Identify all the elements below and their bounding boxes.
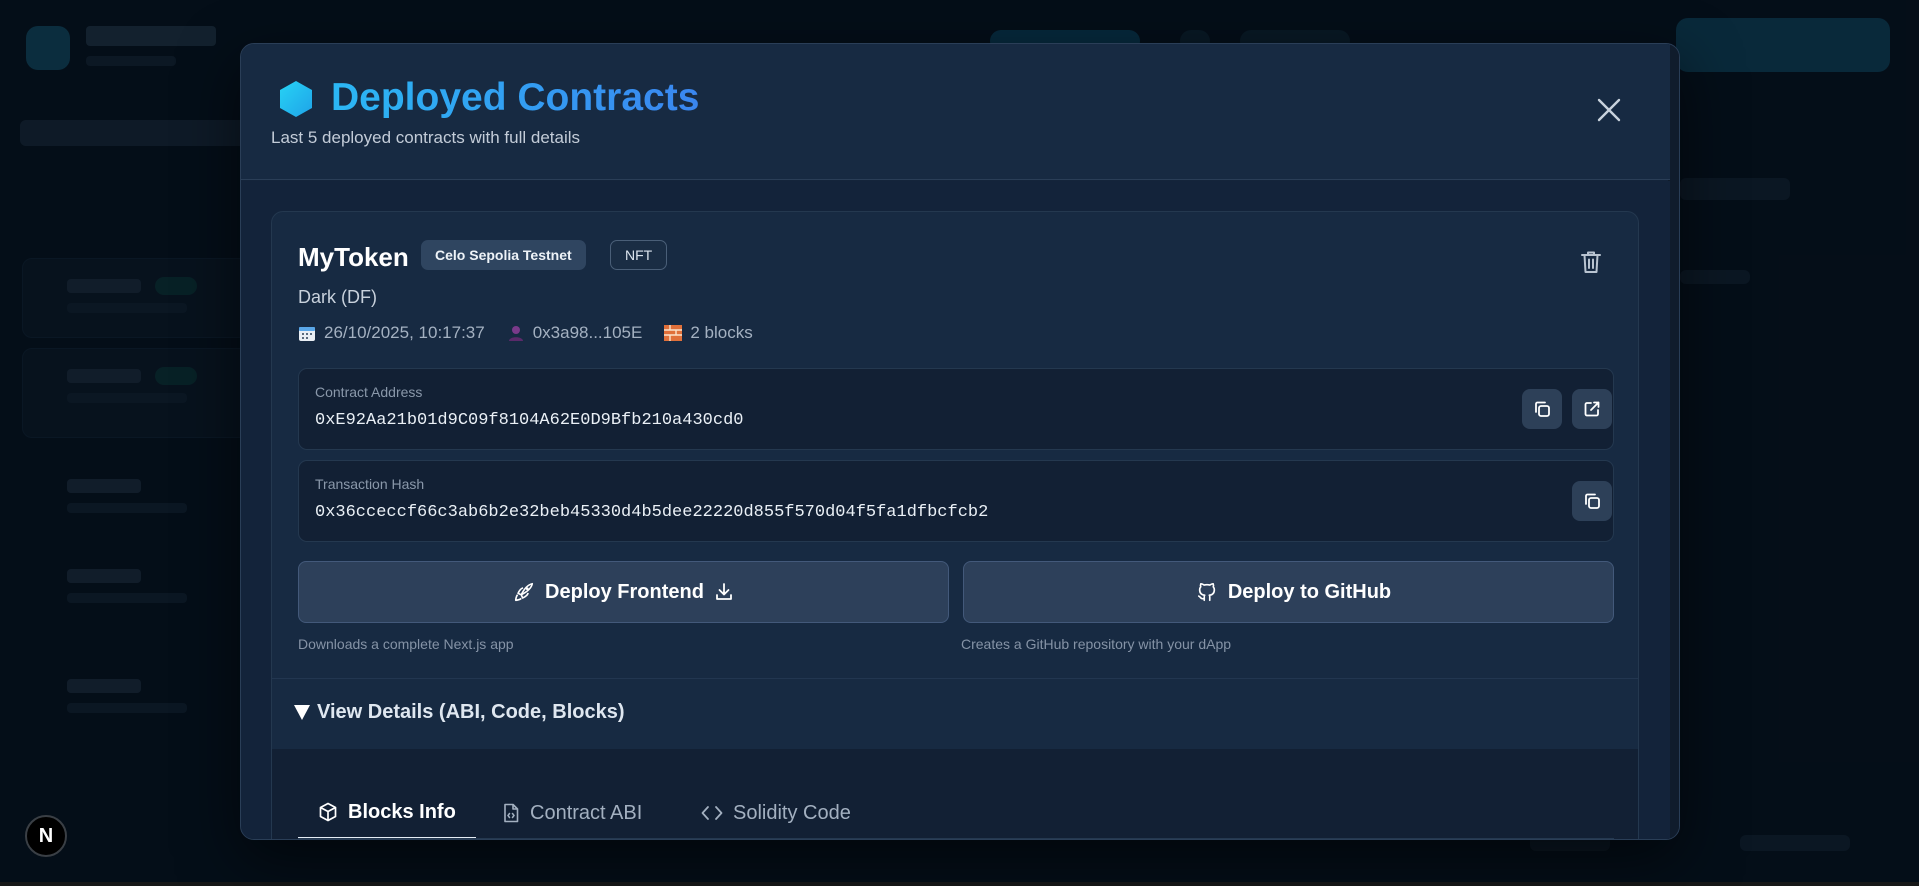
copy-tx-hash-button[interactable] [1572,481,1612,521]
view-details-label: View Details (ABI, Code, Blocks) [317,701,625,723]
copy-icon [1535,401,1550,417]
transaction-hash-box: Transaction Hash 0x36cceccf66c3ab6b2e32b… [298,460,1614,542]
download-icon [714,582,734,602]
trash-icon [1581,251,1601,273]
copy-icon [1585,493,1600,509]
modal-body: MyToken Celo Sepolia Testnet NFT Dark (D… [241,181,1670,839]
contract-address-value[interactable]: 0xE92Aa21b01d9C09f8104A62E0D9Bfb210a430c… [315,411,743,430]
contract-type-badge: NFT [610,240,668,270]
deploy-github-label: Deploy to GitHub [1227,580,1392,603]
tab-contract-abi-label: Contract ABI [530,801,643,824]
deploy-frontend-label: Deploy Frontend [545,580,704,603]
github-icon [1196,581,1218,603]
close-button[interactable] [1593,94,1625,126]
modal-title: Deployed Contracts [331,76,700,119]
network-badge: Celo Sepolia Testnet [421,240,586,270]
cube-icon [318,802,338,822]
file-code-icon [502,803,520,823]
user-icon [507,324,525,342]
contract-address-label: Contract Address [315,384,423,400]
nextjs-dev-badge[interactable]: N [25,815,67,857]
deploy-frontend-button[interactable]: Deploy Frontend [298,561,949,623]
disclosure-triangle-icon [294,705,310,720]
token-name-symbol: Dark (DF) [298,287,377,307]
transaction-hash-label: Transaction Hash [315,476,425,492]
contract-card: MyToken Celo Sepolia Testnet NFT Dark (D… [271,211,1639,839]
tab-solidity-code[interactable]: Solidity Code [701,787,851,839]
contract-name: MyToken [298,242,409,272]
transaction-hash-value[interactable]: 0x36cceccf66c3ab6b2e32beb45330d4b5dee222… [315,503,988,522]
block-count: 2 blocks [664,323,753,343]
deploy-frontend-hint: Downloads a complete Next.js app [298,636,514,652]
tab-blocks-info-label: Blocks Info [348,800,456,823]
contract-address-box: Contract Address 0xE92Aa21b01d9C09f8104A… [298,368,1614,450]
nextjs-badge-letter: N [38,824,54,847]
deploy-github-hint: Creates a GitHub repository with your dA… [961,636,1232,652]
delete-contract-button[interactable] [1576,247,1606,277]
contract-meta: 26/10/2025, 10:17:37 0x3a98...105E 2 blo… [298,323,775,343]
deploy-date-text: 26/10/2025, 10:17:37 [324,323,485,342]
deploy-github-button[interactable]: Deploy to GitHub [963,561,1614,623]
deploy-date: 26/10/2025, 10:17:37 [298,323,485,343]
modal-header: Deployed Contracts Last 5 deployed contr… [241,44,1670,180]
deployed-contracts-modal: Deployed Contracts Last 5 deployed contr… [240,43,1680,840]
view-details-toggle[interactable]: View Details (ABI, Code, Blocks) [272,679,1638,749]
hexagon-icon [280,81,312,117]
copy-address-button[interactable] [1522,389,1562,429]
tabs-underline [298,838,1614,839]
external-link-icon [1584,401,1600,417]
bricks-icon [664,324,683,342]
deployer-address: 0x3a98...105E [507,323,643,343]
open-explorer-button[interactable] [1572,389,1612,429]
code-icon [701,803,723,823]
tab-contract-abi[interactable]: Contract ABI [502,787,642,839]
block-count-text: 2 blocks [690,323,753,342]
rocket-icon [513,581,535,603]
modal-subtitle: Last 5 deployed contracts with full deta… [271,128,581,147]
close-icon [1597,98,1621,122]
tab-solidity-code-label: Solidity Code [733,801,851,824]
tab-blocks-info[interactable]: Blocks Info [298,787,476,839]
details-panel: Blocks Info Contract ABI Solidity Code [272,749,1638,839]
deployer-address-text: 0x3a98...105E [532,323,643,342]
calendar-icon [298,324,316,342]
